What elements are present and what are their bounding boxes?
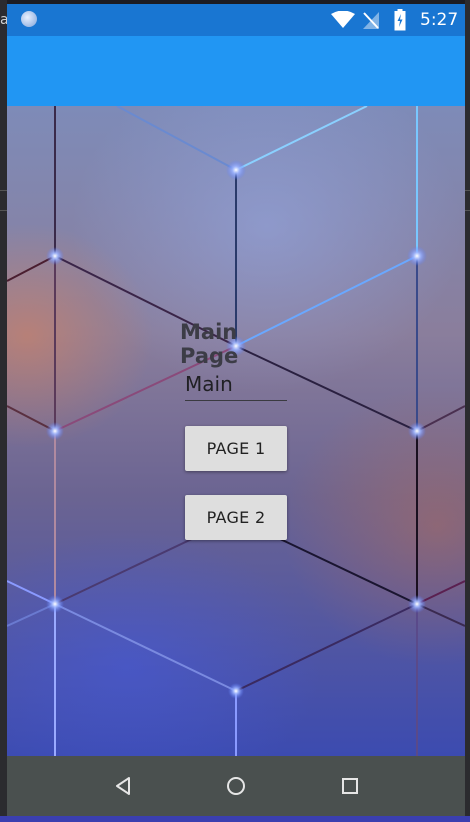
host-divider bbox=[465, 190, 470, 191]
phone-screen: 5:27 Main Page Main PAGE 1 PAGE 2 bbox=[7, 4, 465, 816]
main-entry-field[interactable] bbox=[185, 368, 287, 401]
host-divider bbox=[0, 190, 7, 191]
battery-charging-icon bbox=[394, 9, 406, 31]
navigation-bar bbox=[7, 756, 465, 816]
emulator-right-edge bbox=[465, 0, 470, 822]
host-divider bbox=[465, 210, 470, 211]
emulator-bottom-edge bbox=[0, 816, 470, 822]
recents-icon[interactable] bbox=[338, 774, 362, 798]
wifi-icon bbox=[331, 11, 355, 28]
app-toolbar bbox=[7, 36, 465, 106]
home-icon[interactable] bbox=[224, 774, 248, 798]
page-2-button[interactable]: PAGE 2 bbox=[185, 495, 287, 540]
emulator-left-edge: a bbox=[0, 0, 9, 822]
host-divider bbox=[0, 210, 7, 211]
notification-dot-icon bbox=[21, 11, 37, 27]
main-content: Main Page PAGE 1 PAGE 2 bbox=[7, 106, 465, 756]
status-bar: 5:27 bbox=[7, 4, 465, 36]
page-1-button[interactable]: PAGE 1 bbox=[185, 426, 287, 471]
page-title: Main Page bbox=[180, 320, 239, 368]
back-icon[interactable] bbox=[111, 774, 135, 798]
no-signal-icon bbox=[363, 12, 379, 29]
status-time: 5:27 bbox=[420, 10, 459, 30]
page-stack: Main Page PAGE 1 PAGE 2 bbox=[7, 106, 465, 756]
